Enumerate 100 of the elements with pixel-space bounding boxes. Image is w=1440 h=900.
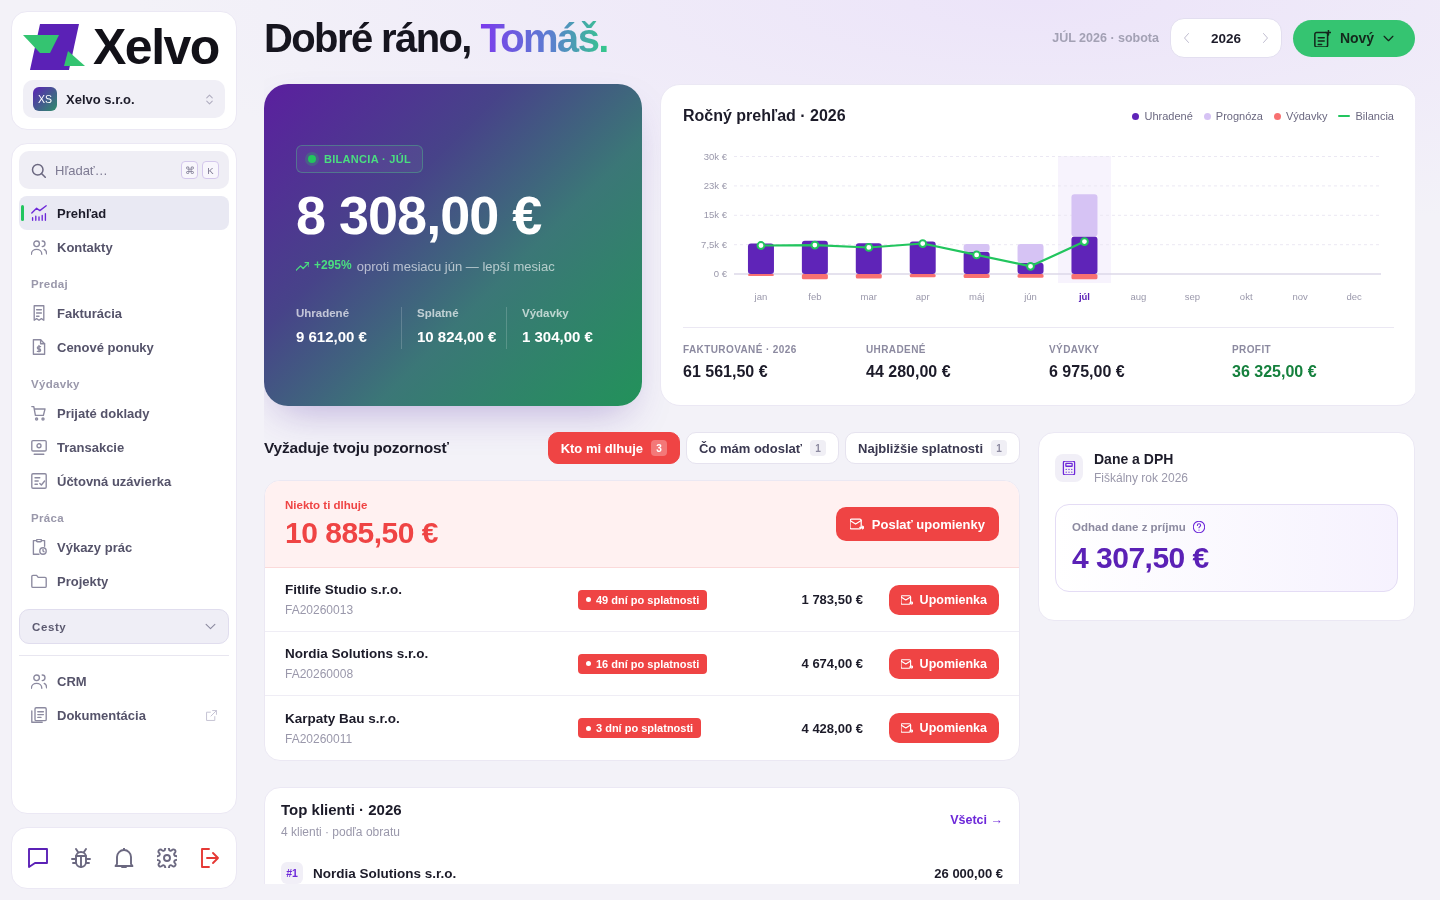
expense-bar	[855, 274, 882, 279]
stat-value: 44 280,00 €	[866, 363, 952, 381]
expense-bar	[747, 274, 774, 277]
document-icon	[31, 339, 47, 355]
axis-label: sep	[1184, 291, 1200, 302]
sidebar-item[interactable]: CRM	[19, 664, 229, 698]
stat-value: 61 561,50 €	[683, 363, 769, 381]
expense-bar	[963, 274, 990, 279]
trend-up-icon	[296, 260, 309, 273]
axis-label: okt	[1239, 291, 1253, 302]
debt-amount: 10 885,50 €	[285, 515, 438, 550]
change-percent: +295%	[314, 257, 352, 272]
monitor-icon	[31, 439, 47, 455]
stat-label: PROFIT	[1232, 344, 1273, 356]
card-title: Top klienti · 2026	[281, 801, 402, 818]
company-avatar: XS	[33, 87, 57, 111]
new-button[interactable]: Nový	[1293, 19, 1415, 57]
bug-icon	[71, 848, 91, 868]
clipboard-icon	[31, 539, 47, 555]
reminder-button[interactable]: Upomienka	[888, 584, 999, 615]
stat-value: 10 824,00 €	[417, 328, 498, 347]
stat-value: 1 304,00 €	[522, 328, 594, 347]
logo-icon	[23, 23, 85, 70]
chart-bar	[747, 243, 774, 275]
view-all-link[interactable]: Všetci →	[950, 813, 1003, 827]
axis-label: jan	[754, 291, 768, 302]
card-title: Dane a DPH	[1094, 451, 1175, 467]
client-name: Fitlife Studio s.r.o.	[285, 582, 403, 597]
chart-point	[756, 241, 766, 250]
reminder-button[interactable]: Upomienka	[888, 648, 999, 679]
dot-icon	[586, 725, 591, 731]
overdue-text: 16 dní po splatnosti	[596, 657, 700, 670]
client-name: Karpaty Bau s.r.o.	[285, 710, 401, 726]
sidebar-item[interactable]: Dokumentácia	[19, 698, 229, 732]
sidebar-item[interactable]: Účtovná uzávierka	[19, 464, 229, 498]
chart-point	[918, 239, 928, 248]
chart-point	[972, 250, 982, 260]
stat-label: Výdavky	[522, 307, 570, 319]
chevron-updown-icon	[204, 93, 215, 105]
help-icon	[1192, 521, 1205, 533]
section-heading: Predaj	[31, 278, 68, 290]
axis-label: 30k €	[703, 150, 727, 162]
documents-icon	[31, 707, 47, 723]
reminder-button[interactable]: Upomienka	[888, 713, 999, 743]
tab-count: 3	[651, 440, 667, 456]
send-reminders-button[interactable]: Poslať upomienky	[835, 507, 999, 541]
tab[interactable]: Najbližšie splatnosti 1	[845, 432, 1020, 464]
sidebar-item[interactable]: Cenové ponuky	[19, 330, 229, 364]
chevron-down-icon	[205, 621, 216, 632]
section-title: Vyžaduje tvoju pozornosť	[264, 439, 449, 457]
users-icon	[31, 673, 47, 689]
axis-label: jún	[1024, 291, 1037, 302]
sidebar-item[interactable]: Fakturácia	[19, 296, 229, 330]
chevron-right-icon	[1260, 33, 1270, 43]
status-dot-icon	[308, 155, 316, 163]
bell-icon	[114, 848, 134, 868]
folder-icon	[31, 573, 47, 589]
sidebar-item[interactable]: Projekty	[19, 564, 229, 598]
stat-value: 9 612,00 €	[296, 328, 368, 347]
sidebar-item[interactable]: Prehľad	[19, 196, 229, 230]
dropdown[interactable]: Cesty	[19, 609, 229, 644]
chart-icon	[31, 205, 47, 221]
invoice-amount: 4 428,00 €	[800, 720, 863, 736]
axis-label: nov	[1292, 291, 1308, 302]
card-subtitle: Fiškálny rok 2026	[1094, 471, 1189, 485]
change-note: oproti mesiacu jún — lepší mesiac	[356, 259, 555, 274]
expense-bar	[1071, 274, 1098, 280]
expense-bar	[909, 274, 936, 278]
tab[interactable]: Čo mám odoslať 1	[686, 432, 839, 464]
overdue-text: 49 dní po splatnosti	[596, 593, 700, 606]
chart-bar	[1071, 194, 1098, 237]
legend-label: Výdavky	[1285, 110, 1328, 122]
company-switcher[interactable]: XS Xelvo s.r.o.	[23, 80, 225, 118]
tab[interactable]: Kto mi dlhuje 3	[547, 432, 680, 464]
chevron-left-icon	[1182, 33, 1192, 43]
sidebar-item[interactable]: Výkazy prác	[19, 530, 229, 564]
shortcut-key: ⌘	[181, 161, 198, 179]
balance-amount: 8 308,00 €	[296, 188, 543, 242]
client-rank: #1	[281, 862, 303, 884]
sidebar-item[interactable]: Transakcie	[19, 430, 229, 464]
sidebar-item[interactable]: Prijaté doklady	[19, 396, 229, 430]
axis-label: 7,5k €	[701, 238, 727, 250]
shortcut-key: K	[202, 161, 219, 179]
receipt-icon	[31, 305, 47, 321]
axis-label: dec	[1346, 291, 1362, 302]
overdue-text: 3 dní po splatnosti	[596, 722, 694, 734]
axis-label: 15k €	[703, 209, 727, 221]
sidebar-item[interactable]: Kontakty	[19, 230, 229, 264]
dot-icon	[586, 661, 591, 666]
logout-icon	[200, 848, 220, 868]
chart-point	[810, 240, 820, 250]
stat-label: VÝDAVKY	[1049, 344, 1101, 356]
chat-icon	[28, 848, 48, 868]
tab-count: 1	[810, 440, 826, 456]
mail-icon	[849, 517, 864, 531]
chart-point	[864, 243, 874, 252]
year-value: 2026	[1210, 30, 1241, 46]
stat-value: 6 975,00 €	[1049, 363, 1126, 381]
stat-label: Splatné	[417, 307, 460, 319]
cart-icon	[31, 405, 47, 421]
